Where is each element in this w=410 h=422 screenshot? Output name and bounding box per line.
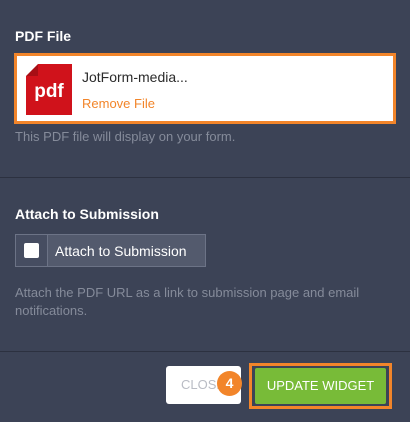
attach-help-text: Attach the PDF URL as a link to submissi… [15,285,360,318]
checkbox-label[interactable]: Attach to Submission [55,243,187,259]
attach-to-submission-checkbox[interactable]: Attach to Submission [15,234,206,267]
pdf-icon-label: pdf [34,81,64,102]
remove-file-link[interactable]: Remove File [82,96,155,112]
step-number-badge: 4 [217,371,242,396]
file-name: JotForm-media... [82,69,188,85]
checkbox-square[interactable] [24,243,39,258]
pdf-file-card: pdf JotForm-media... Remove File [14,53,396,124]
section-divider [0,177,410,178]
checkbox-cell[interactable] [16,235,48,266]
update-widget-button[interactable]: UPDATE WIDGET [255,368,386,404]
pdf-file-title: PDF File [15,28,72,44]
footer-divider [0,351,410,352]
pdf-help-text: This PDF file will display on your form. [15,129,236,144]
attach-section-title: Attach to Submission [15,206,159,222]
pdf-file-icon: pdf [26,64,72,115]
